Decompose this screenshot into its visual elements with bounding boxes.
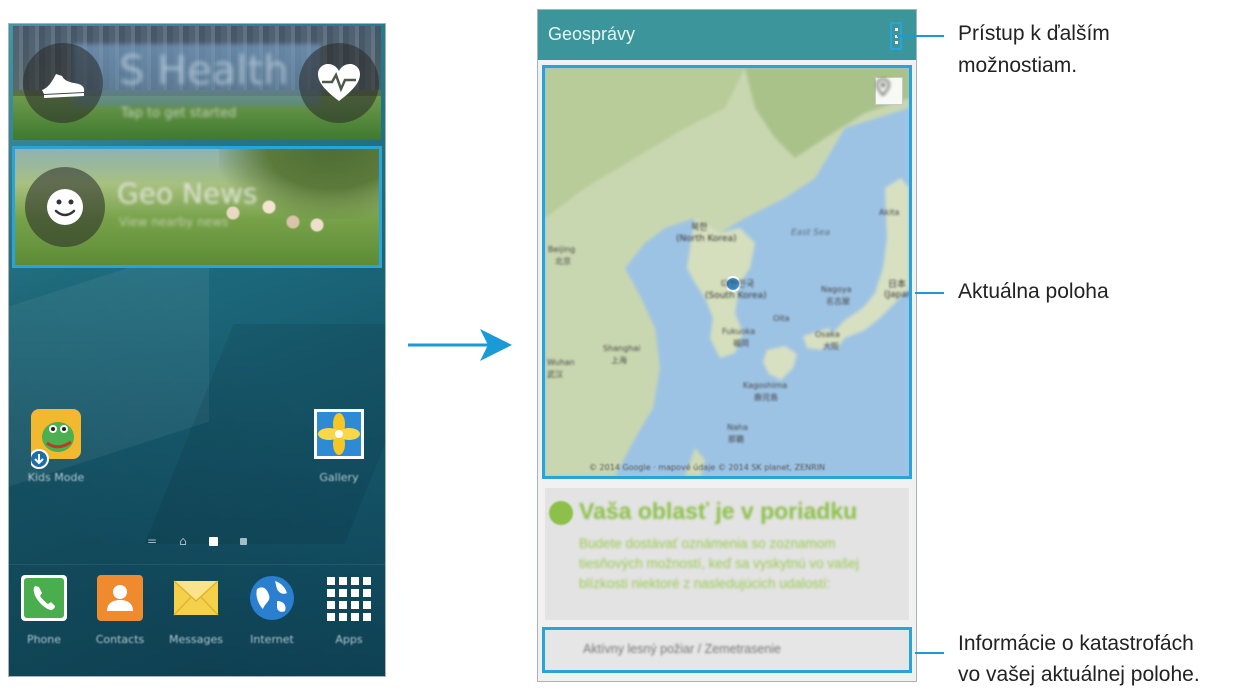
apps-grid-icon[interactable] — [327, 577, 377, 627]
map-label-north-korea: 북한 — [691, 223, 708, 233]
page-dot-active[interactable] — [208, 536, 218, 546]
map-label-nagoya: Nagoya — [821, 285, 852, 294]
gallery-icon[interactable] — [314, 409, 364, 459]
phone-icon[interactable] — [21, 575, 71, 625]
app-label: Gallery — [319, 471, 359, 484]
map-label-naha-jp: 那覇 — [728, 435, 744, 444]
map-label-east-sea: East Sea — [791, 228, 831, 238]
disaster-events-row[interactable]: Aktívny lesný požiar / Zemetrasenie — [542, 627, 912, 673]
geo-news-title: Geo News — [117, 177, 258, 210]
page-dot[interactable] — [239, 537, 247, 545]
app-title: Geosprávy — [548, 24, 636, 44]
disaster-events-text: Aktívny lesný požiar / Zemetrasenie — [583, 642, 781, 656]
map-label-oita: Oita — [773, 314, 790, 323]
map-label-japan-en: (Japan) — [884, 290, 909, 300]
page-indicator[interactable]: = ⌂ — [147, 534, 247, 548]
app-label: Messages — [169, 633, 223, 646]
status-ok-icon — [549, 501, 573, 525]
map-label-beijing: Beijing — [548, 245, 576, 254]
map-label-nagoya-jp: 名古屋 — [826, 297, 850, 306]
home-screen: S Health Tap to get started Geo News Vie… — [8, 23, 386, 677]
map-label-japan: 日本 — [888, 280, 907, 290]
app-label: Contacts — [95, 633, 145, 646]
map-label-kagoshima: Kagoshima — [743, 381, 788, 390]
map-label-beijing-cn: 北京 — [555, 257, 571, 266]
map-label-south-korea: 대한민국 — [721, 280, 755, 290]
area-status-card: Vaša oblasť je v poriadku Budete dostáva… — [545, 488, 909, 620]
app-label: Kids Mode — [27, 471, 85, 484]
contacts-icon[interactable] — [97, 575, 147, 625]
callout-line-location — [915, 292, 944, 294]
app-label: Internet — [250, 633, 294, 646]
map-label-fukuoka-jp: 福岡 — [733, 339, 749, 348]
s-health-widget[interactable]: S Health Tap to get started — [13, 26, 381, 140]
geo-news-widget[interactable]: Geo News View nearby news — [12, 146, 382, 268]
status-body: Budete dostávať oznámenia so zoznamom ti… — [579, 536, 859, 591]
map-drawing — [545, 68, 909, 476]
transition-arrow-icon — [408, 329, 512, 361]
map-label-fukuoka: Fukuoka — [722, 327, 755, 336]
callout-line-more-options — [897, 35, 944, 37]
callout-more-options-line1: Prístup k ďalším — [958, 22, 1110, 45]
home-page-icon[interactable]: ⌂ — [179, 534, 187, 548]
map-label-osaka-jp: 大阪 — [823, 342, 839, 351]
map-label-akita: Akita — [879, 208, 900, 217]
app-label: Phone — [26, 633, 62, 646]
map-location-pin-icon[interactable] — [875, 77, 903, 105]
heart-pulse-icon[interactable] — [299, 43, 379, 123]
internet-globe-icon[interactable] — [249, 575, 299, 625]
callout-location: Aktuálna poloha — [958, 280, 1109, 303]
app-bar: Geosprávy — [538, 10, 916, 60]
map-label-wuhan-cn: 武汉 — [547, 370, 563, 379]
map-label-naha: Naha — [727, 423, 748, 432]
map-label-north-korea-en: (North Korea) — [676, 234, 737, 244]
map-label-shanghai: Shanghai — [603, 344, 641, 353]
map-copyright: © 2014 Google · mapové údaje © 2014 SK p… — [589, 463, 826, 472]
smiley-icon[interactable] — [25, 167, 105, 247]
more-dot — [894, 41, 898, 45]
app-label: Apps — [335, 633, 363, 646]
messages-icon[interactable] — [173, 575, 223, 625]
geo-news-subtitle: View nearby news — [119, 215, 229, 229]
s-health-subtitle: Tap to get started — [121, 106, 237, 121]
map-label-south-korea-en: (South Korea) — [705, 291, 767, 301]
callout-line-disasters — [915, 652, 944, 654]
map-label-kagoshima-jp: 鹿児島 — [754, 393, 778, 402]
geo-news-screen: Geosprávy 북한 (North Korea) East Sea Beij… — [537, 9, 917, 682]
callout-disasters-line1: Informácie o katastrofách — [958, 632, 1194, 655]
callout-disasters-line2: vo vašej aktuálnej polohe. — [958, 663, 1200, 686]
callout-more-options-line2: možnostiam. — [958, 54, 1078, 77]
status-title: Vaša oblasť je v poriadku — [579, 498, 858, 524]
more-dot — [894, 27, 898, 31]
location-map[interactable]: 북한 (North Korea) East Sea Beijing 北京 대한민… — [542, 65, 912, 479]
map-label-shanghai-cn: 上海 — [611, 356, 627, 365]
page-indicator-list[interactable]: = — [147, 534, 157, 548]
running-shoe-icon[interactable] — [23, 43, 103, 123]
map-label-wuhan: Wuhan — [547, 358, 575, 367]
kids-mode-icon[interactable] — [29, 409, 81, 469]
dock-divider — [9, 564, 385, 565]
s-health-title: S Health — [119, 48, 289, 94]
map-label-osaka: Osaka — [815, 330, 840, 339]
